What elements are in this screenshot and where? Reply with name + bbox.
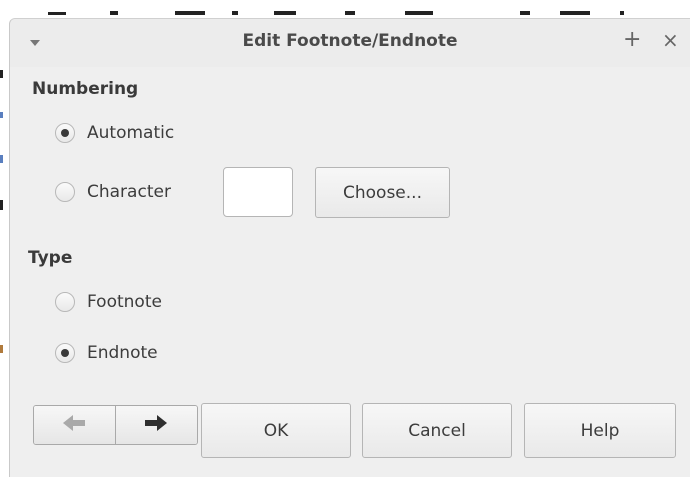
choose-button[interactable]: Choose... — [315, 167, 450, 218]
close-button[interactable]: × — [662, 28, 679, 52]
radio-button[interactable] — [55, 182, 75, 202]
maximize-button[interactable]: + — [623, 27, 641, 52]
title-bar: Edit Footnote/Endnote + × — [10, 19, 690, 67]
numbering-section-label: Numbering — [32, 79, 139, 99]
radio-selected-dot — [61, 129, 69, 137]
background-text-fragment — [405, 11, 433, 15]
dialog-title: Edit Footnote/Endnote — [242, 31, 458, 51]
radio-footnote[interactable]: Footnote — [55, 289, 162, 315]
cancel-button[interactable]: Cancel — [362, 403, 512, 458]
background-text-fragment — [48, 12, 66, 15]
background-document — [0, 0, 690, 18]
next-button[interactable] — [115, 406, 197, 444]
background-text-fragment — [232, 11, 238, 15]
background-text-fragment — [0, 70, 3, 78]
ok-button[interactable]: OK — [201, 403, 351, 458]
radio-button[interactable] — [55, 123, 75, 143]
background-text-fragment — [345, 11, 355, 15]
radio-endnote[interactable]: Endnote — [55, 340, 158, 366]
background-text-fragment — [620, 11, 624, 15]
background-text-fragment — [0, 155, 3, 163]
radio-character[interactable]: Character — [55, 179, 171, 205]
radio-automatic[interactable]: Automatic — [55, 120, 174, 146]
background-text-fragment — [274, 11, 296, 15]
previous-button[interactable] — [34, 406, 116, 444]
background-text-fragment — [0, 200, 3, 210]
type-section-label: Type — [28, 248, 73, 268]
radio-button[interactable] — [55, 343, 75, 363]
arrow-right-icon — [143, 413, 169, 437]
background-text-fragment — [560, 11, 590, 15]
edit-footnote-dialog: Edit Footnote/Endnote + × Numbering Auto… — [9, 18, 690, 477]
background-text-fragment — [175, 11, 205, 15]
radio-button[interactable] — [55, 292, 75, 312]
radio-automatic-label[interactable]: Automatic — [87, 123, 174, 143]
radio-endnote-label[interactable]: Endnote — [87, 343, 158, 363]
background-text-fragment — [520, 11, 530, 15]
background-text-fragment — [0, 345, 3, 353]
radio-character-label[interactable]: Character — [87, 182, 171, 202]
navigation-button-group — [33, 405, 198, 445]
radio-selected-dot — [61, 349, 69, 357]
radio-footnote-label[interactable]: Footnote — [87, 292, 162, 312]
arrow-left-icon — [61, 413, 87, 437]
help-button[interactable]: Help — [524, 403, 676, 458]
background-text-fragment — [0, 112, 3, 118]
character-input[interactable] — [223, 167, 293, 217]
background-text-fragment — [110, 11, 118, 15]
